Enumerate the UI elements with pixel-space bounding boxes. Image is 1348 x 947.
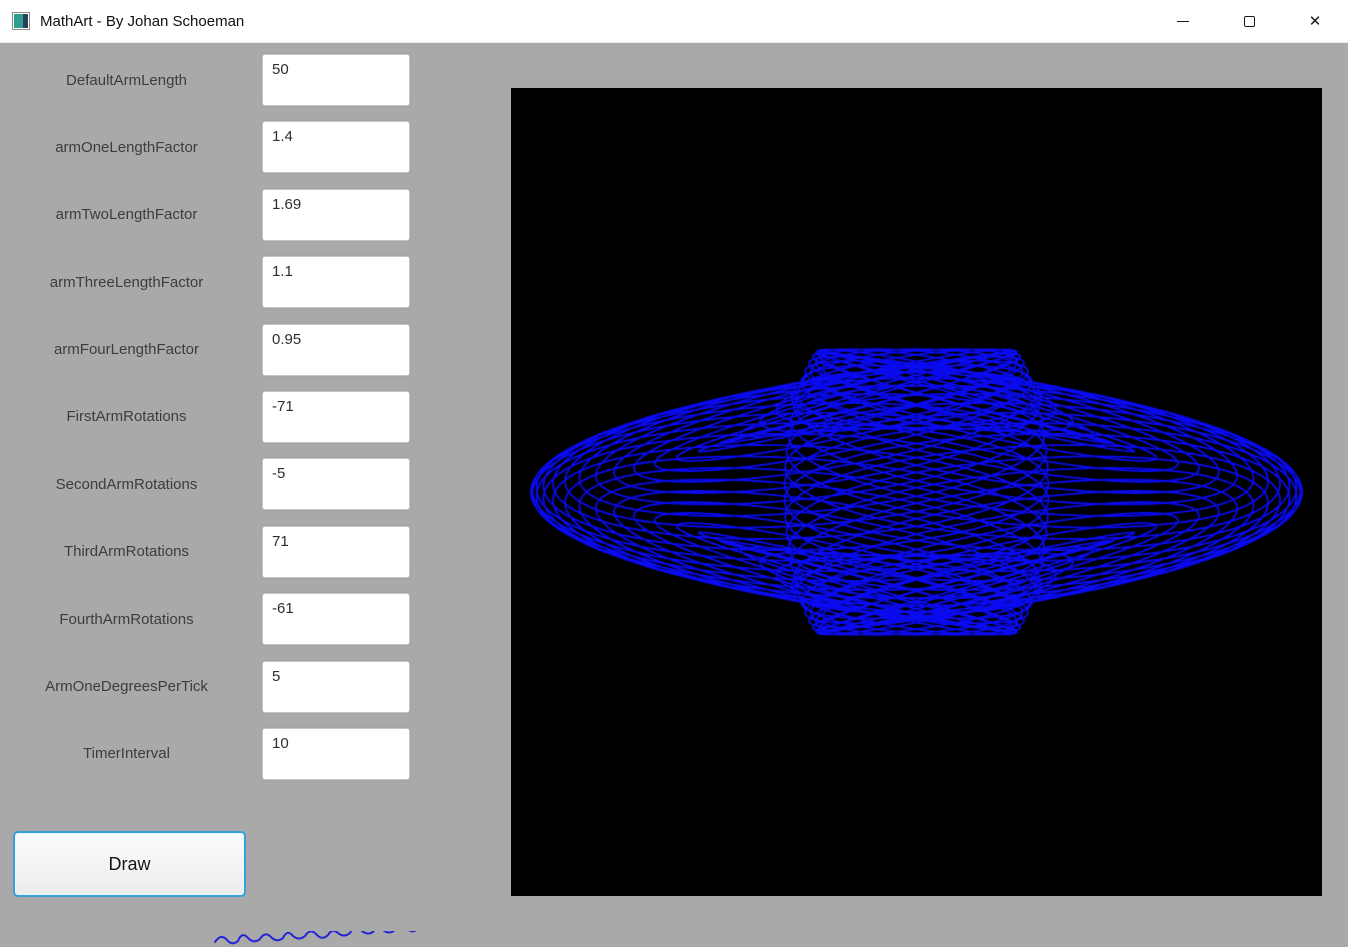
- field-label-arm-three-length-factor: armThreeLengthFactor: [49, 273, 204, 291]
- field-label-timer-interval: TimerInterval: [83, 745, 170, 763]
- field-label-arm-one-degrees-per-tick: ArmOneDegreesPerTick: [45, 678, 208, 696]
- field-label-second-arm-rotations: SecondArmRotations: [55, 475, 198, 493]
- window-title: MathArt - By Johan Schoeman: [40, 12, 245, 30]
- field-label-fourth-arm-rotations: FourthArmRotations: [59, 610, 194, 628]
- form-row: TimerInterval 10: [0, 727, 410, 780]
- minimize-button[interactable]: [1150, 0, 1216, 42]
- arm-one-degrees-per-tick-input[interactable]: 5: [262, 660, 410, 713]
- field-label-third-arm-rotations: ThirdArmRotations: [63, 543, 190, 561]
- maximize-button[interactable]: [1216, 0, 1282, 42]
- form-row: armTwoLengthFactor 1.69: [0, 188, 410, 241]
- field-label-arm-two-length-factor: armTwoLengthFactor: [55, 206, 198, 224]
- minimize-icon: [1177, 20, 1189, 22]
- arm-three-length-factor-input[interactable]: 1.1: [262, 256, 410, 309]
- form-row: armOneLengthFactor 1.4: [0, 121, 410, 174]
- default-arm-length-input[interactable]: 50: [262, 54, 410, 106]
- timer-interval-input[interactable]: 10: [262, 727, 410, 780]
- second-arm-rotations-input[interactable]: -5: [262, 458, 410, 511]
- first-arm-rotations-input[interactable]: -71: [262, 390, 410, 443]
- form-row: armThreeLengthFactor 1.1: [0, 256, 410, 309]
- field-label-default-arm-length: DefaultArmLength: [66, 71, 187, 89]
- title-bar[interactable]: MathArt - By Johan Schoeman ✕: [0, 0, 1348, 43]
- field-label-arm-four-length-factor: armFourLengthFactor: [53, 341, 200, 359]
- background-window-artifact: [214, 931, 417, 945]
- close-button[interactable]: ✕: [1282, 0, 1348, 42]
- app-icon: [12, 12, 30, 30]
- arm-one-length-factor-input[interactable]: 1.4: [262, 121, 410, 174]
- form-row: FourthArmRotations -61: [0, 593, 410, 646]
- draw-button[interactable]: Draw: [13, 831, 246, 897]
- form-row: SecondArmRotations -5: [0, 458, 410, 511]
- math-art-canvas: [511, 88, 1322, 896]
- close-icon: ✕: [1308, 12, 1322, 30]
- field-label-arm-one-length-factor: armOneLengthFactor: [55, 138, 198, 156]
- window-controls: ✕: [1150, 0, 1348, 42]
- form-row: FirstArmRotations -71: [0, 390, 410, 443]
- form-row: ThirdArmRotations 71: [0, 525, 410, 578]
- arm-two-length-factor-input[interactable]: 1.69: [262, 188, 410, 241]
- arm-four-length-factor-input[interactable]: 0.95: [262, 323, 410, 376]
- fourth-arm-rotations-input[interactable]: -61: [262, 593, 410, 646]
- form-row: armFourLengthFactor 0.95: [0, 323, 410, 376]
- maximize-icon: [1243, 15, 1255, 27]
- form-row: ArmOneDegreesPerTick 5: [0, 660, 410, 713]
- field-label-first-arm-rotations: FirstArmRotations: [66, 408, 187, 426]
- parameter-form: DefaultArmLength 50 armOneLengthFactor 1…: [0, 54, 410, 795]
- third-arm-rotations-input[interactable]: 71: [262, 525, 410, 578]
- form-row: DefaultArmLength 50: [0, 54, 410, 106]
